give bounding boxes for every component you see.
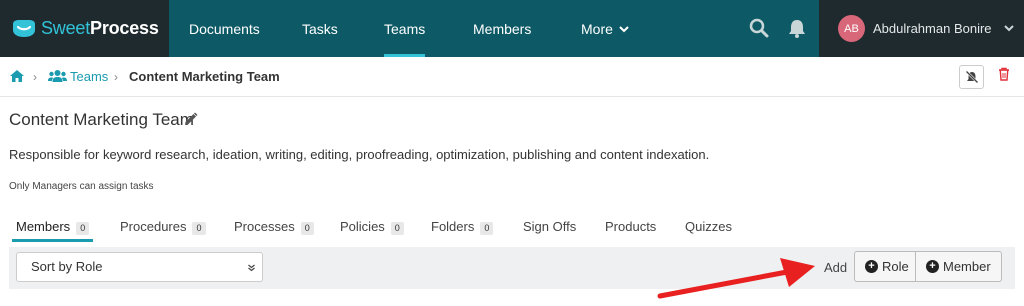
- nav-teams[interactable]: Teams: [384, 0, 426, 57]
- plus-circle-icon: +: [865, 260, 878, 273]
- button-label: Role: [882, 259, 909, 274]
- avatar: AB: [838, 15, 865, 42]
- add-label: Add: [824, 260, 848, 275]
- nav-documents[interactable]: Documents: [189, 0, 260, 57]
- tab-procedures[interactable]: Procedures 0: [120, 214, 206, 242]
- logo-icon: [13, 19, 35, 37]
- team-description: Responsible for keyword research, ideati…: [9, 147, 710, 162]
- tab-members[interactable]: Members 0: [11, 214, 94, 242]
- nav-members[interactable]: Members: [473, 0, 531, 57]
- breadcrumb-separator: ›: [114, 70, 118, 84]
- nav-label: Members: [473, 20, 532, 37]
- tab-count-badge: 0: [300, 222, 314, 235]
- nav-tasks[interactable]: Tasks: [302, 0, 338, 57]
- sort-select[interactable]: Sort by Role: [16, 252, 263, 282]
- nav-more[interactable]: More: [581, 0, 629, 57]
- members-toolbar: Sort by Role Add + Role + Member: [9, 247, 1015, 289]
- tab-label: Policies: [340, 219, 385, 234]
- bell-icon[interactable]: [786, 17, 808, 39]
- add-role-button[interactable]: + Role: [854, 251, 916, 282]
- tab-policies[interactable]: Policies 0: [340, 214, 404, 242]
- pencil-icon[interactable]: [183, 112, 198, 127]
- breadcrumb-separator: ›: [33, 70, 37, 84]
- brand-name-part2: Process: [90, 18, 159, 38]
- notification-off-icon: [965, 70, 978, 84]
- home-icon[interactable]: [9, 69, 25, 83]
- notifications-toggle-button[interactable]: [959, 65, 984, 89]
- breadcrumb-teams-link[interactable]: Teams: [70, 69, 108, 84]
- tab-label: Folders: [431, 219, 475, 234]
- chevron-down-icon: [619, 25, 629, 32]
- tab-quizzes[interactable]: Quizzes: [685, 214, 732, 242]
- tab-label: Procedures: [120, 219, 187, 234]
- team-permission-note: Only Managers can assign tasks: [9, 181, 154, 192]
- breadcrumb-current: Content Marketing Team: [129, 69, 280, 84]
- breadcrumb: › Teams › Content Marketing Team: [0, 57, 1024, 97]
- search-icon[interactable]: [748, 17, 770, 39]
- user-name: Abdulrahman Bonire: [873, 21, 992, 36]
- button-label: Member: [943, 259, 991, 274]
- user-menu[interactable]: AB Abdulrahman Bonire: [819, 0, 1024, 57]
- tab-processes[interactable]: Processes 0: [234, 214, 314, 242]
- tab-count-badge: 0: [390, 222, 404, 235]
- top-navbar: SweetProcess Documents Tasks Teams Membe…: [0, 0, 1024, 57]
- tab-sign-offs[interactable]: Sign Offs: [523, 214, 576, 242]
- tab-label: Sign Offs: [523, 219, 577, 234]
- trash-icon[interactable]: [998, 67, 1010, 81]
- tab-folders[interactable]: Folders 0: [431, 214, 494, 242]
- nav-label: Documents: [189, 20, 260, 37]
- tab-label: Processes: [234, 219, 295, 234]
- users-icon: [48, 70, 67, 82]
- tab-label: Members: [16, 219, 71, 234]
- team-tabs: Members 0 Procedures 0 Processes 0 Policies…: [0, 214, 1024, 242]
- brand-name-part1: Sweet: [41, 18, 91, 38]
- tab-count-badge: 0: [76, 222, 90, 235]
- add-member-button[interactable]: + Member: [915, 251, 1002, 282]
- brand-name: SweetProcess: [41, 18, 159, 39]
- tab-products[interactable]: Products: [605, 214, 656, 242]
- page-title: Content Marketing Team: [9, 110, 194, 129]
- tab-label: Products: [605, 219, 657, 234]
- nav-label: More: [581, 20, 613, 37]
- chevron-down-icon: [248, 264, 255, 272]
- brand-logo[interactable]: SweetProcess: [0, 0, 169, 57]
- plus-circle-icon: +: [926, 260, 939, 273]
- tab-count-badge: 0: [480, 222, 494, 235]
- sort-select-value: Sort by Role: [31, 259, 103, 274]
- chevron-down-icon: [1004, 25, 1014, 32]
- tab-count-badge: 0: [192, 222, 206, 235]
- nav-label: Tasks: [302, 20, 338, 37]
- tab-label: Quizzes: [685, 219, 732, 234]
- annotation-arrow: [657, 258, 815, 299]
- nav-label: Teams: [384, 20, 426, 37]
